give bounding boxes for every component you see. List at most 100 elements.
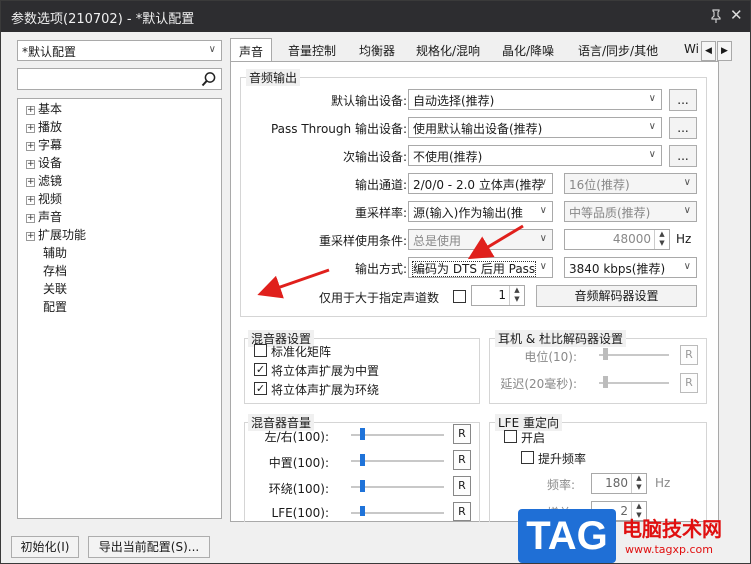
lfe-frequency-input[interactable]: 180 ▲ ▼	[591, 473, 647, 494]
tab-language-sync-other[interactable]: 语言/同步/其他	[578, 39, 658, 61]
tree-item-archive[interactable]: 存档	[43, 262, 67, 279]
tab-audio[interactable]: 声音	[230, 38, 273, 62]
secondary-device-more-button[interactable]: ...	[669, 145, 697, 167]
channels-select[interactable]: 2/0/0 - 2.0 立体声(推荐 ∨	[408, 173, 553, 194]
pin-icon[interactable]	[709, 9, 723, 23]
window-title: 参数选项(210702) - *默认配置	[11, 12, 195, 27]
volume-center-reset-button[interactable]: R	[453, 450, 471, 470]
export-config-button[interactable]: 导出当前配置(S)...	[88, 536, 210, 558]
secondary-device-select[interactable]: 不使用(推荐) ∨	[408, 145, 662, 166]
expand-icon[interactable]: +	[26, 214, 35, 223]
audio-output-group	[240, 77, 707, 317]
headphone-delay-reset-button[interactable]: R	[680, 373, 698, 393]
tab-equalizer[interactable]: 均衡器	[359, 39, 395, 61]
default-device-more-button[interactable]: ...	[669, 89, 697, 111]
tree-item-basic[interactable]: + 基本	[26, 100, 62, 117]
headphone-dolby-title: 耳机 & 杜比解码器设置	[495, 330, 626, 347]
volume-lfe-reset-button[interactable]: R	[453, 502, 471, 521]
chevron-down-icon: ∨	[648, 121, 656, 132]
expand-icon[interactable]: +	[26, 160, 35, 169]
channel-threshold-checkbox[interactable]	[453, 290, 466, 303]
resample-quality-select[interactable]: 中等品质(推荐) ∨	[564, 201, 697, 222]
headphone-level-reset-button[interactable]: R	[680, 345, 698, 365]
channel-threshold-input[interactable]: 1 ▲ ▼	[471, 285, 525, 306]
channels-value: 2/0/0 - 2.0 立体声(推荐	[413, 178, 544, 192]
resample-rate-input[interactable]: 48000 ▲ ▼	[564, 229, 670, 250]
stereo-to-center-checkbox[interactable]: ✓	[254, 363, 267, 376]
tab-volume-control[interactable]: 音量控制	[288, 39, 336, 61]
search-input[interactable]	[17, 68, 222, 90]
volume-lfe-thumb[interactable]	[360, 506, 366, 516]
expand-icon[interactable]: +	[26, 106, 35, 115]
volume-center-thumb[interactable]	[360, 454, 366, 466]
volume-surround-label: 环绕(100):	[268, 482, 329, 496]
spin-arrows-icon[interactable]: ▲ ▼	[631, 474, 646, 493]
headphone-level-slider[interactable]	[599, 354, 669, 356]
expand-icon[interactable]: +	[26, 232, 35, 241]
volume-center-label: 中置(100):	[268, 456, 329, 470]
passthrough-device-more-button[interactable]: ...	[669, 117, 697, 139]
watermark: TAG 电脑技术网 www.tagxp.com	[518, 509, 750, 563]
tab-overflow[interactable]: Wi	[684, 39, 699, 61]
resample-quality-value: 中等品质(推荐)	[569, 206, 651, 220]
profile-select-value: *默认配置	[22, 45, 77, 59]
resample-rate-value: 48000	[612, 232, 651, 246]
expand-icon[interactable]: +	[26, 124, 35, 133]
default-device-select[interactable]: 自动选择(推荐) ∨	[408, 89, 662, 110]
expand-icon[interactable]: +	[26, 196, 35, 205]
headphone-delay-thumb[interactable]	[602, 376, 608, 388]
search-icon[interactable]	[201, 71, 217, 87]
spin-arrows-icon[interactable]: ▲ ▼	[654, 230, 669, 249]
tree-item-devices[interactable]: + 设备	[26, 154, 62, 171]
expand-icon[interactable]: +	[26, 142, 35, 151]
tree-item-audio[interactable]: + 声音	[26, 208, 62, 225]
normalize-matrix-checkbox[interactable]	[254, 344, 267, 357]
lfe-frequency-value: 180	[605, 476, 628, 490]
tree-item-label: 辅助	[43, 246, 68, 260]
tree-item-extensions[interactable]: + 扩展功能	[26, 226, 86, 243]
passthrough-device-select[interactable]: 使用默认输出设备(推荐) ∨	[408, 117, 662, 138]
bitrate-select[interactable]: 3840 kbps(推荐) ∨	[564, 257, 697, 278]
tab-scroll-right-icon[interactable]: ▶	[717, 41, 732, 61]
tab-crystalize-denoise[interactable]: 晶化/降噪	[502, 39, 554, 61]
headphone-delay-slider[interactable]	[599, 382, 669, 384]
lfe-enable-checkbox[interactable]	[504, 430, 517, 443]
headphone-level-thumb[interactable]	[602, 348, 608, 360]
profile-select[interactable]: *默认配置 ∨	[17, 40, 222, 61]
tree-item-config[interactable]: 配置	[43, 298, 67, 315]
audio-decoder-settings-button[interactable]: 音频解码器设置	[536, 285, 697, 307]
tree-item-filters[interactable]: + 滤镜	[26, 172, 62, 189]
resample-condition-select[interactable]: 总是使用 ∨	[408, 229, 553, 250]
tree-item-subtitles[interactable]: + 字幕	[26, 136, 62, 153]
tree-item-label: 存档	[43, 264, 68, 278]
volume-lr-thumb[interactable]	[360, 428, 366, 440]
stereo-to-surround-checkbox[interactable]: ✓	[254, 382, 267, 395]
resample-select[interactable]: 源(输入)作为输出(推 ∨	[408, 201, 553, 222]
chevron-down-icon: ∨	[539, 261, 547, 272]
preferences-window: 参数选项(210702) - *默认配置 ✕ *默认配置 ∨ + 基本 + 播放 +…	[0, 0, 751, 564]
volume-surround-thumb[interactable]	[360, 480, 366, 492]
tree-item-association[interactable]: 关联	[43, 280, 67, 297]
lfe-frequency-label: 频率:	[546, 478, 575, 492]
reset-defaults-button[interactable]: 初始化(I)	[11, 536, 79, 558]
close-icon[interactable]: ✕	[730, 6, 743, 24]
tree-item-label: 滤镜	[38, 174, 63, 188]
tab-scroll-left-icon[interactable]: ◀	[701, 41, 716, 61]
bit-depth-select[interactable]: 16位(推荐) ∨	[564, 173, 697, 194]
tree-item-label: 字幕	[38, 138, 63, 152]
tab-normalize-reverb[interactable]: 规格化/混响	[416, 39, 480, 61]
expand-icon[interactable]: +	[26, 178, 35, 187]
headphone-level-label: 电位(10):	[524, 350, 577, 364]
volume-lr-reset-button[interactable]: R	[453, 424, 471, 444]
output-mode-select[interactable]: 编码为 DTS 后用 Pass ∨	[408, 257, 553, 278]
tree-item-playback[interactable]: + 播放	[26, 118, 62, 135]
watermark-logo: TAG	[518, 509, 616, 563]
spin-arrows-icon[interactable]: ▲ ▼	[509, 286, 524, 305]
lfe-boost-checkbox[interactable]	[521, 451, 534, 464]
tree-item-assist[interactable]: 辅助	[43, 244, 67, 261]
volume-surround-reset-button[interactable]: R	[453, 476, 471, 496]
default-device-value: 自动选择(推荐)	[413, 94, 495, 108]
tree-item-video[interactable]: + 视频	[26, 190, 62, 207]
tree-item-label: 基本	[38, 102, 63, 116]
resample-condition-label: 重采样使用条件:	[318, 234, 407, 248]
